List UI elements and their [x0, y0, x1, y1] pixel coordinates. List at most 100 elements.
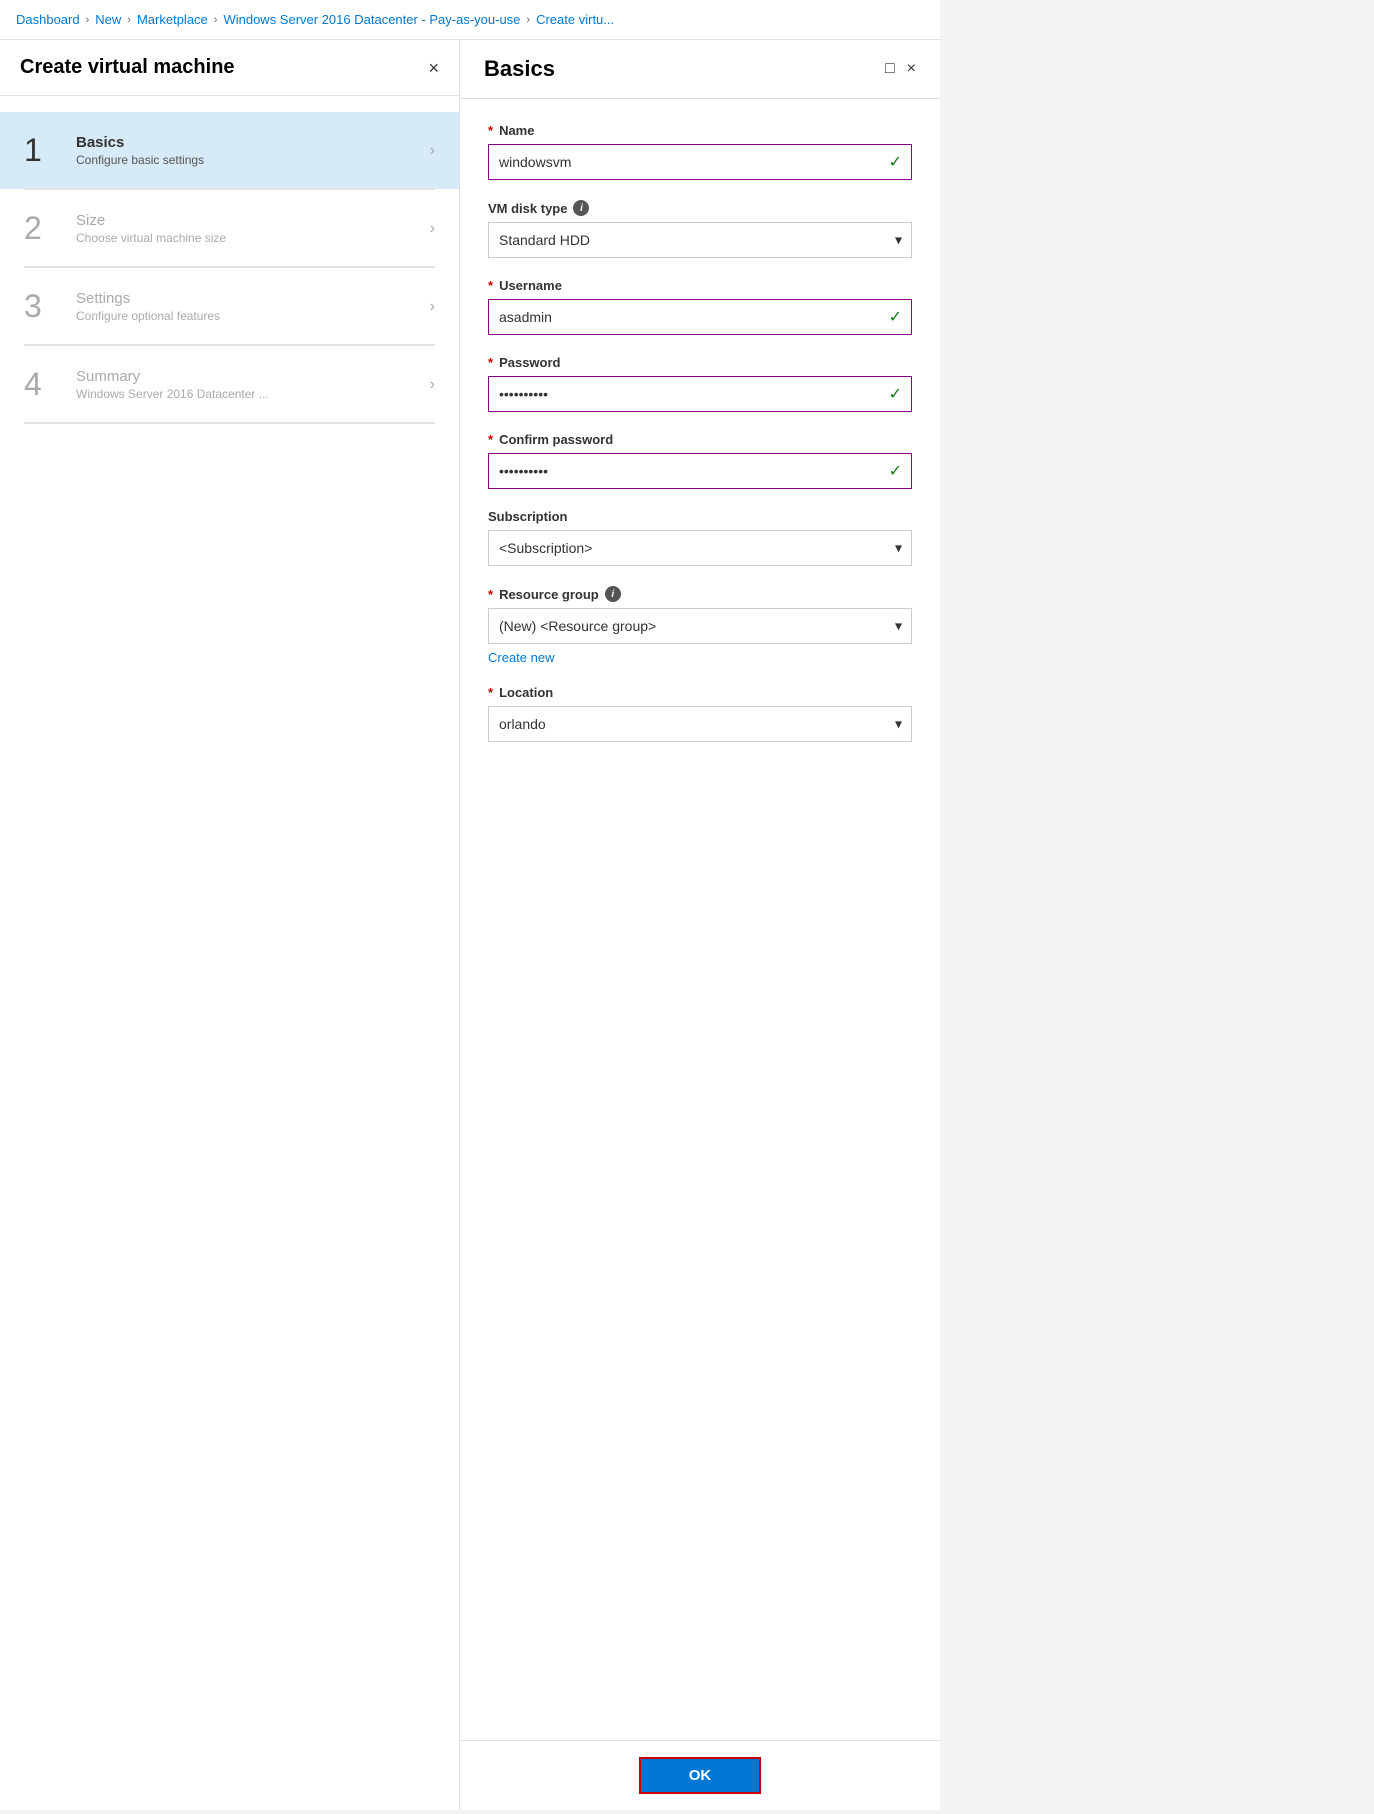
step-2-name: Size [76, 212, 430, 229]
step-3-desc: Configure optional features [76, 309, 430, 323]
step-1-desc: Configure basic settings [76, 153, 430, 167]
resource-group-select[interactable]: (New) <Resource group> [488, 608, 912, 644]
resource-group-info-icon[interactable]: i [605, 586, 621, 602]
breadcrumb-sep-2: › [127, 14, 131, 26]
subscription-label: Subscription [488, 509, 912, 524]
breadcrumb-dashboard[interactable]: Dashboard [16, 12, 80, 27]
confirm-password-input[interactable] [488, 453, 912, 489]
resource-group-required-star: * [488, 587, 493, 602]
username-label: * Username [488, 278, 912, 293]
step-2-size[interactable]: 2 Size Choose virtual machine size › [0, 190, 459, 267]
step-1-basics[interactable]: 1 Basics Configure basic settings › [0, 112, 459, 189]
vm-disk-group: VM disk type i Standard HDD Standard SSD… [488, 200, 912, 258]
username-check-icon: ✓ [889, 307, 902, 327]
right-panel-header: Basics □ × [460, 40, 940, 99]
name-input[interactable] [488, 144, 912, 180]
step-2-content: Size Choose virtual machine size [76, 212, 430, 245]
right-panel-title: Basics [484, 56, 555, 82]
left-panel-title: Create virtual machine [20, 56, 235, 79]
vm-disk-select-wrapper: Standard HDD Standard SSD Premium SSD ▾ [488, 222, 912, 258]
steps-container: 1 Basics Configure basic settings › 2 Si… [0, 96, 459, 1810]
resource-group-group: * Resource group i (New) <Resource group… [488, 586, 912, 665]
vm-disk-label: VM disk type i [488, 200, 912, 216]
step-4-desc: Windows Server 2016 Datacenter ... [76, 387, 430, 401]
vm-disk-label-text: VM disk type [488, 201, 567, 216]
step-1-number: 1 [24, 132, 76, 169]
location-label-text: Location [499, 685, 553, 700]
right-panel-close-button[interactable]: × [907, 61, 916, 77]
step-1-chevron: › [430, 142, 435, 160]
ok-button[interactable]: OK [639, 1757, 762, 1794]
resource-group-label-text: Resource group [499, 587, 599, 602]
header-icons: □ × [885, 61, 916, 77]
step-3-name: Settings [76, 290, 430, 307]
minimize-button[interactable]: □ [885, 61, 895, 77]
subscription-select[interactable]: <Subscription> [488, 530, 912, 566]
left-panel-header: Create virtual machine × [0, 40, 459, 96]
step-1-content: Basics Configure basic settings [76, 134, 430, 167]
breadcrumb-product[interactable]: Windows Server 2016 Datacenter - Pay-as-… [223, 12, 520, 27]
confirm-password-input-wrapper: ✓ [488, 453, 912, 489]
password-label-text: Password [499, 355, 560, 370]
breadcrumb: Dashboard › New › Marketplace › Windows … [0, 0, 940, 40]
confirm-password-group: * Confirm password ✓ [488, 432, 912, 489]
password-check-icon: ✓ [889, 384, 902, 404]
username-input-wrapper: ✓ [488, 299, 912, 335]
main-container: Create virtual machine × 1 Basics Config… [0, 40, 940, 1810]
username-input[interactable] [488, 299, 912, 335]
name-check-icon: ✓ [889, 152, 902, 172]
breadcrumb-sep-3: › [214, 14, 218, 26]
location-select-wrapper: orlando ▾ [488, 706, 912, 742]
step-3-content: Settings Configure optional features [76, 290, 430, 323]
location-required-star: * [488, 685, 493, 700]
step-3-number: 3 [24, 288, 76, 325]
left-panel: Create virtual machine × 1 Basics Config… [0, 40, 460, 1810]
confirm-password-label-text: Confirm password [499, 432, 613, 447]
username-required-star: * [488, 278, 493, 293]
step-4-number: 4 [24, 366, 76, 403]
name-required-star: * [488, 123, 493, 138]
location-group: * Location orlando ▾ [488, 685, 912, 742]
left-panel-close-button[interactable]: × [428, 59, 439, 77]
resource-group-select-wrapper: (New) <Resource group> ▾ [488, 608, 912, 644]
password-input-wrapper: ✓ [488, 376, 912, 412]
confirm-password-label: * Confirm password [488, 432, 912, 447]
name-label-text: Name [499, 123, 534, 138]
confirm-password-required-star: * [488, 432, 493, 447]
vm-disk-select[interactable]: Standard HDD Standard SSD Premium SSD [488, 222, 912, 258]
resource-group-label: * Resource group i [488, 586, 912, 602]
breadcrumb-sep-1: › [86, 14, 90, 26]
step-2-desc: Choose virtual machine size [76, 231, 430, 245]
location-select[interactable]: orlando [488, 706, 912, 742]
subscription-label-text: Subscription [488, 509, 567, 524]
name-label: * Name [488, 123, 912, 138]
subscription-select-wrapper: <Subscription> ▾ [488, 530, 912, 566]
breadcrumb-marketplace[interactable]: Marketplace [137, 12, 208, 27]
step-4-summary[interactable]: 4 Summary Windows Server 2016 Datacenter… [0, 346, 459, 423]
subscription-group: Subscription <Subscription> ▾ [488, 509, 912, 566]
name-group: * Name ✓ [488, 123, 912, 180]
username-group: * Username ✓ [488, 278, 912, 335]
step-3-chevron: › [430, 298, 435, 316]
step-1-name: Basics [76, 134, 430, 151]
confirm-password-check-icon: ✓ [889, 461, 902, 481]
create-new-link[interactable]: Create new [488, 650, 554, 665]
breadcrumb-new[interactable]: New [95, 12, 121, 27]
password-input[interactable] [488, 376, 912, 412]
step-4-chevron: › [430, 376, 435, 394]
step-divider-4 [24, 423, 435, 424]
step-4-content: Summary Windows Server 2016 Datacenter .… [76, 368, 430, 401]
password-label: * Password [488, 355, 912, 370]
step-2-number: 2 [24, 210, 76, 247]
step-4-name: Summary [76, 368, 430, 385]
breadcrumb-create[interactable]: Create virtu... [536, 12, 614, 27]
vm-disk-info-icon[interactable]: i [573, 200, 589, 216]
breadcrumb-sep-4: › [526, 14, 530, 26]
location-label: * Location [488, 685, 912, 700]
password-group: * Password ✓ [488, 355, 912, 412]
step-2-chevron: › [430, 220, 435, 238]
step-3-settings[interactable]: 3 Settings Configure optional features › [0, 268, 459, 345]
bottom-bar: OK [460, 1740, 940, 1810]
username-label-text: Username [499, 278, 562, 293]
right-panel: Basics □ × * Name ✓ VM dis [460, 40, 940, 1810]
